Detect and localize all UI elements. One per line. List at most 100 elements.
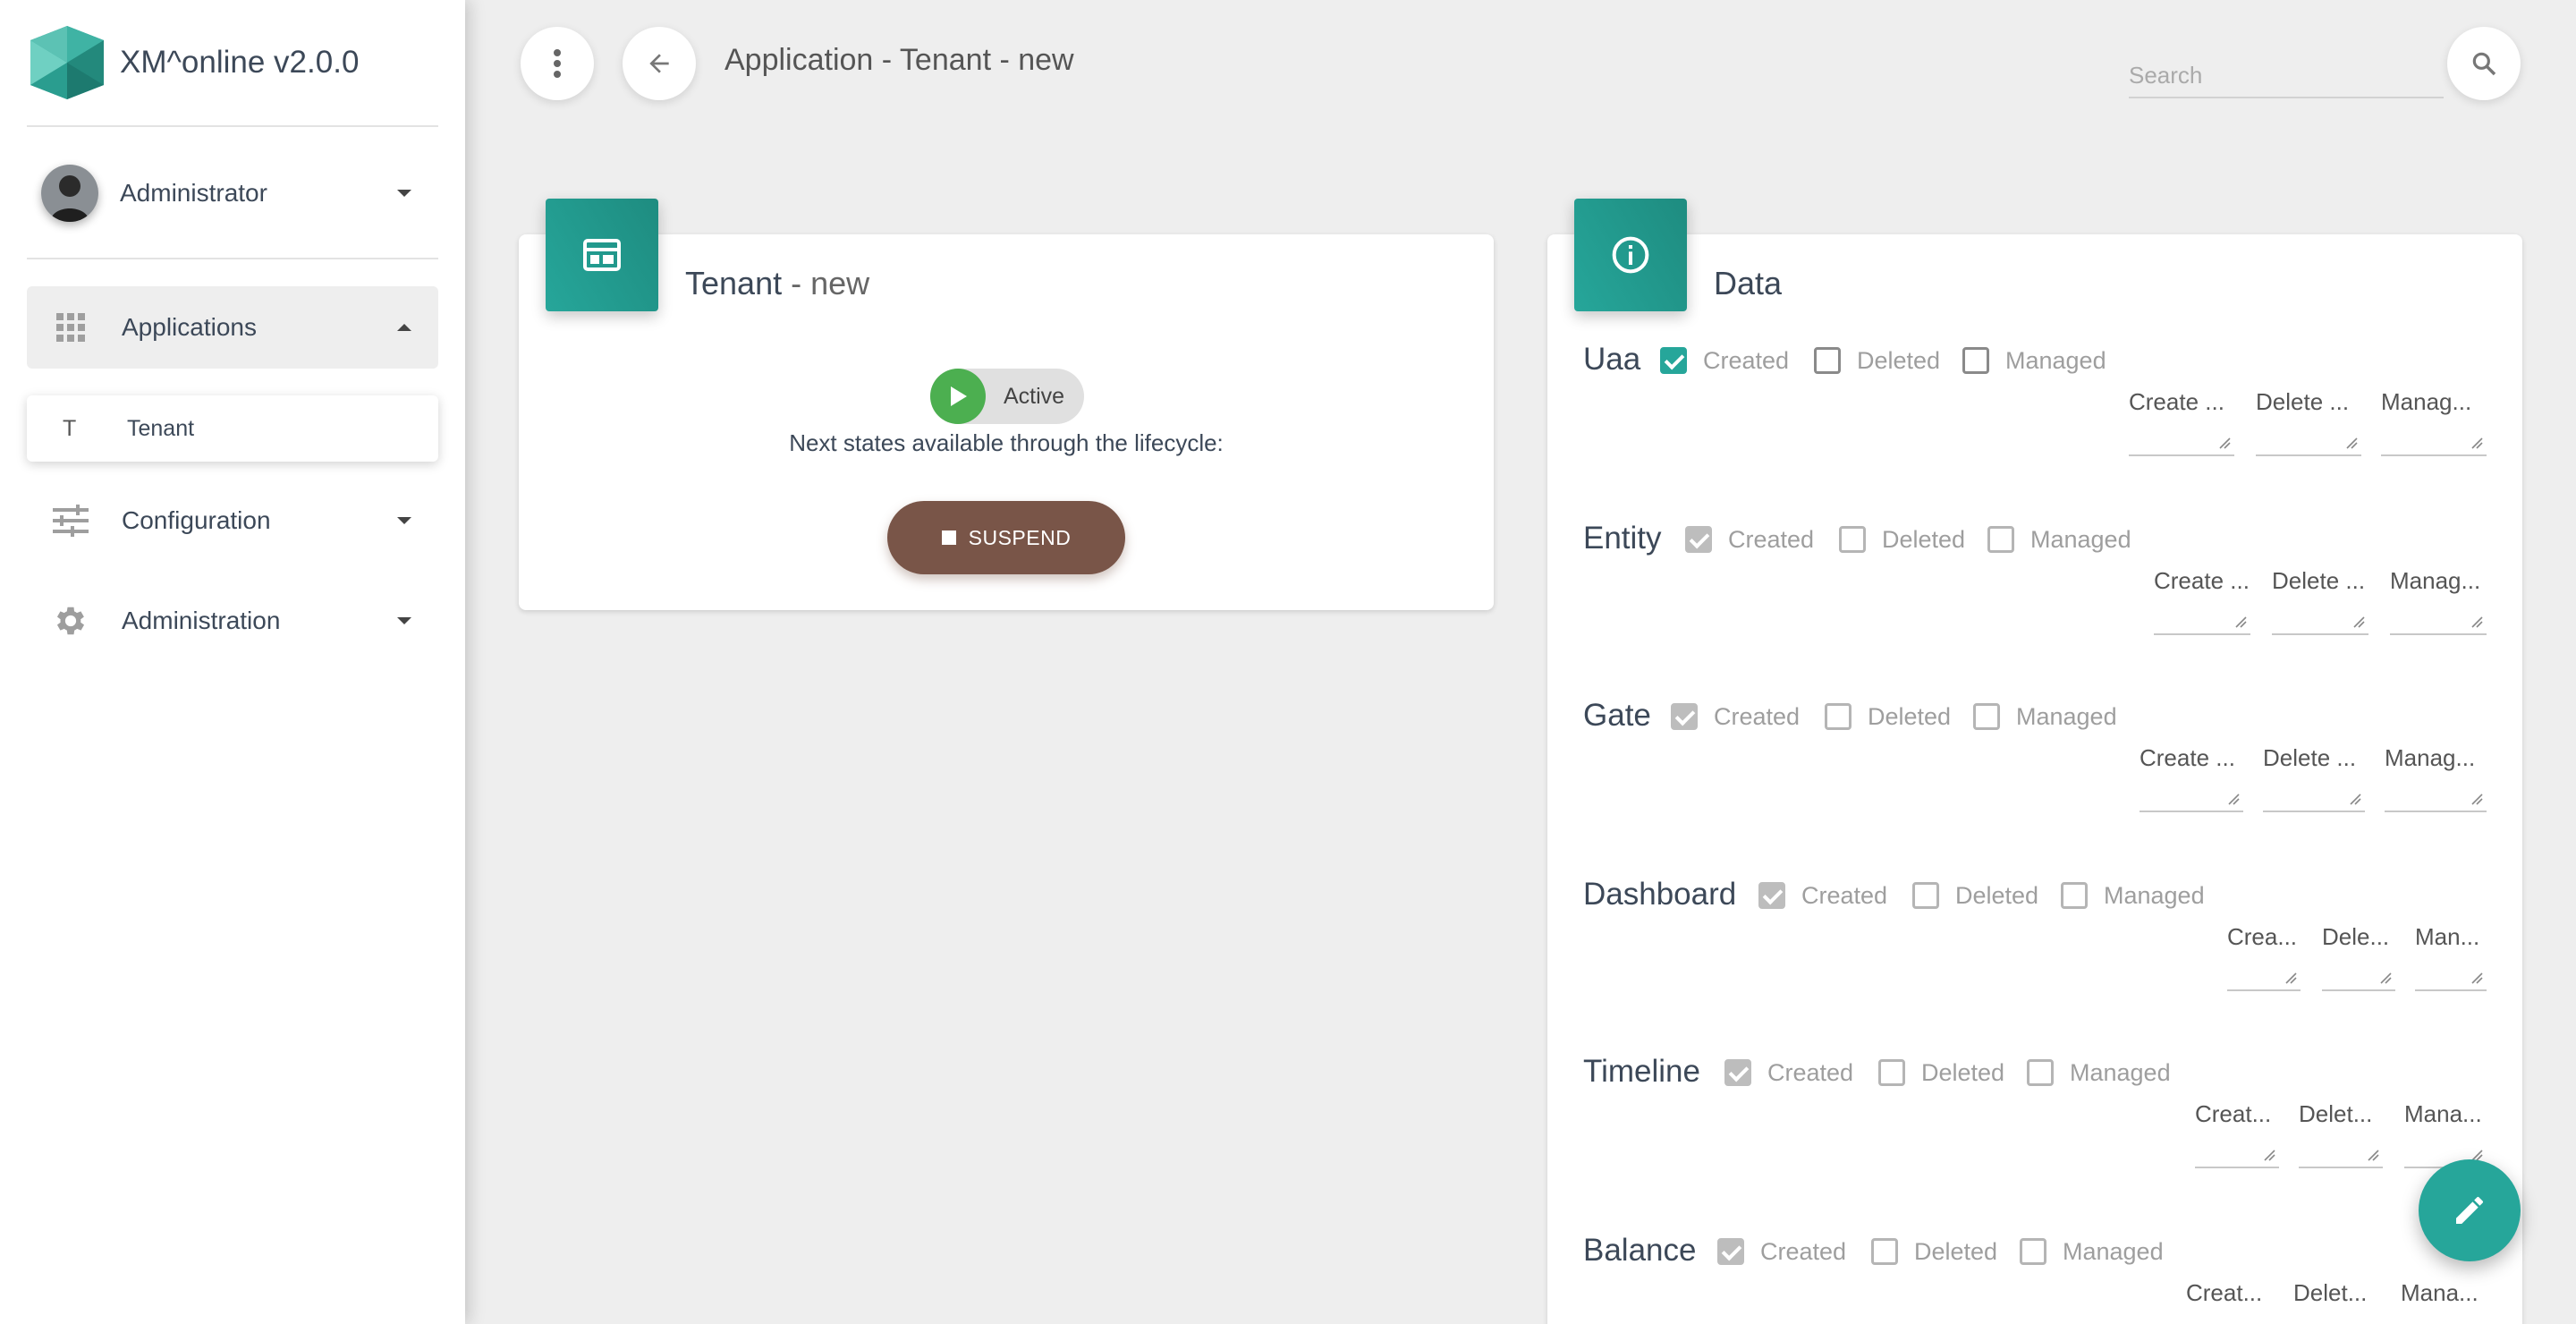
resize-grip-icon[interactable] — [2263, 1149, 2275, 1161]
chevron-down-icon — [397, 617, 411, 624]
managed-checkbox-label: Managed — [2030, 526, 2131, 553]
resize-grip-icon[interactable] — [2470, 972, 2483, 984]
deleted-description-field[interactable]: Delete ... — [2256, 388, 2361, 474]
field-underline — [2140, 811, 2243, 812]
field-label: Mana... — [2401, 1279, 2479, 1306]
web-icon — [546, 199, 658, 311]
managed-checkbox[interactable] — [1973, 703, 2000, 730]
created-checkbox[interactable] — [1724, 1059, 1751, 1086]
field-underline — [2322, 989, 2395, 991]
deleted-checkbox-label: Deleted — [1868, 703, 1952, 730]
field-label: Manag... — [2381, 388, 2472, 415]
field-underline — [2272, 633, 2368, 635]
page-title: Application - Tenant - new — [724, 43, 1074, 77]
resize-grip-icon[interactable] — [2345, 437, 2358, 449]
resize-grip-icon[interactable] — [2234, 615, 2247, 628]
deleted-description-field[interactable]: Dele... — [2322, 923, 2395, 1009]
deleted-description-field[interactable]: Delete ... — [2263, 744, 2365, 830]
search-button[interactable] — [2447, 27, 2521, 100]
managed-checkbox[interactable] — [2027, 1059, 2054, 1086]
chevron-down-icon — [397, 517, 411, 524]
managed-description-field[interactable]: Man... — [2415, 923, 2487, 1009]
managed-checkbox-label: Managed — [2063, 1238, 2164, 1265]
deleted-checkbox-label: Deleted — [1955, 882, 2039, 909]
resize-grip-icon[interactable] — [2470, 615, 2483, 628]
created-checkbox[interactable] — [1758, 882, 1785, 909]
field-label: Delete ... — [2256, 388, 2350, 415]
created-description-field[interactable]: Crea... — [2227, 923, 2301, 1009]
managed-checkbox[interactable] — [2061, 882, 2088, 909]
created-description-field[interactable]: Create ... — [2154, 567, 2250, 653]
created-checkbox[interactable] — [1685, 526, 1712, 553]
deleted-checkbox[interactable] — [1912, 882, 1939, 909]
sidebar-subitem-tenant[interactable]: T Tenant — [27, 395, 438, 462]
sidebar-item-configuration[interactable]: Configuration — [27, 480, 438, 562]
field-label: Create ... — [2129, 388, 2224, 415]
resize-grip-icon[interactable] — [2284, 972, 2297, 984]
field-underline — [2299, 1167, 2383, 1168]
created-description-field[interactable]: Creat... — [2195, 1100, 2279, 1186]
managed-description-field[interactable]: Manag... — [2381, 388, 2487, 474]
sidebar-item-administration[interactable]: Administration — [27, 580, 438, 662]
brand[interactable]: XM^online v2.0.0 — [27, 21, 359, 104]
title-suffix: - new — [782, 265, 870, 301]
managed-checkbox[interactable] — [2020, 1238, 2046, 1265]
tune-icon — [50, 500, 91, 541]
lifecycle-text: Next states available through the lifecy… — [789, 429, 1224, 456]
more-menu-button[interactable] — [521, 27, 594, 100]
deleted-checkbox[interactable] — [1814, 347, 1841, 374]
created-checkbox[interactable] — [1717, 1238, 1744, 1265]
deleted-checkbox[interactable] — [1839, 526, 1866, 553]
field-underline — [2381, 454, 2487, 456]
deleted-description-field[interactable]: Delet... — [2299, 1100, 2383, 1186]
tenant-card-title: Tenant - new — [685, 265, 869, 302]
created-checkbox-label: Created — [1714, 703, 1801, 730]
field-label: Manag... — [2385, 744, 2476, 771]
created-description-field[interactable]: Create ... — [2140, 744, 2243, 830]
managed-description-field[interactable]: Manag... — [2385, 744, 2487, 830]
suspend-button[interactable]: SUSPEND — [887, 501, 1125, 574]
field-label: Crea... — [2227, 923, 2298, 950]
resize-grip-icon[interactable] — [2367, 1149, 2379, 1161]
created-checkbox[interactable] — [1660, 347, 1687, 374]
resize-grip-icon[interactable] — [2470, 793, 2483, 805]
managed-checkbox[interactable] — [1962, 347, 1989, 374]
search-input[interactable] — [2129, 39, 2444, 97]
play-icon — [930, 369, 986, 424]
user-menu[interactable]: Administrator — [27, 161, 438, 225]
resize-grip-icon[interactable] — [2218, 437, 2231, 449]
sidebar-item-applications[interactable]: Applications — [27, 286, 438, 369]
data-row-name: Uaa — [1583, 342, 1641, 377]
managed-description-field[interactable]: Manag... — [2390, 567, 2487, 653]
resize-grip-icon[interactable] — [2349, 793, 2361, 805]
created-checkbox[interactable] — [1671, 703, 1698, 730]
data-card-title: Data — [1714, 265, 1783, 301]
created-description-field[interactable]: Create ... — [2129, 388, 2234, 474]
managed-description-field[interactable]: Mana... — [2401, 1279, 2481, 1324]
sidebar-item-label: Administration — [122, 607, 281, 634]
subitem-mini: T — [63, 415, 77, 441]
sidebar-item-label: Applications — [122, 313, 257, 341]
managed-checkbox-label: Managed — [2104, 882, 2205, 909]
status-text: Active — [1004, 383, 1065, 409]
resize-grip-icon[interactable] — [2352, 615, 2365, 628]
search-icon — [2472, 52, 2496, 76]
managed-checkbox[interactable] — [1987, 526, 2014, 553]
edit-fab-button[interactable] — [2419, 1159, 2521, 1261]
resize-grip-icon[interactable] — [2227, 793, 2240, 805]
field-label: Create ... — [2154, 567, 2250, 594]
deleted-checkbox[interactable] — [1878, 1059, 1905, 1086]
sidebar: XM^online v2.0.0 Administrator Applicati… — [0, 0, 465, 1324]
deleted-checkbox[interactable] — [1871, 1238, 1898, 1265]
deleted-checkbox[interactable] — [1825, 703, 1852, 730]
arrow-back-icon — [649, 54, 669, 73]
field-label: Delete ... — [2272, 567, 2366, 594]
chevron-up-icon — [397, 324, 411, 331]
resize-grip-icon[interactable] — [2470, 437, 2483, 449]
deleted-description-field[interactable]: Delet... — [2293, 1279, 2376, 1324]
created-description-field[interactable]: Creat... — [2186, 1279, 2268, 1324]
field-label: Creat... — [2186, 1279, 2263, 1306]
resize-grip-icon[interactable] — [2379, 972, 2392, 984]
back-button[interactable] — [623, 27, 696, 100]
deleted-description-field[interactable]: Delete ... — [2272, 567, 2368, 653]
